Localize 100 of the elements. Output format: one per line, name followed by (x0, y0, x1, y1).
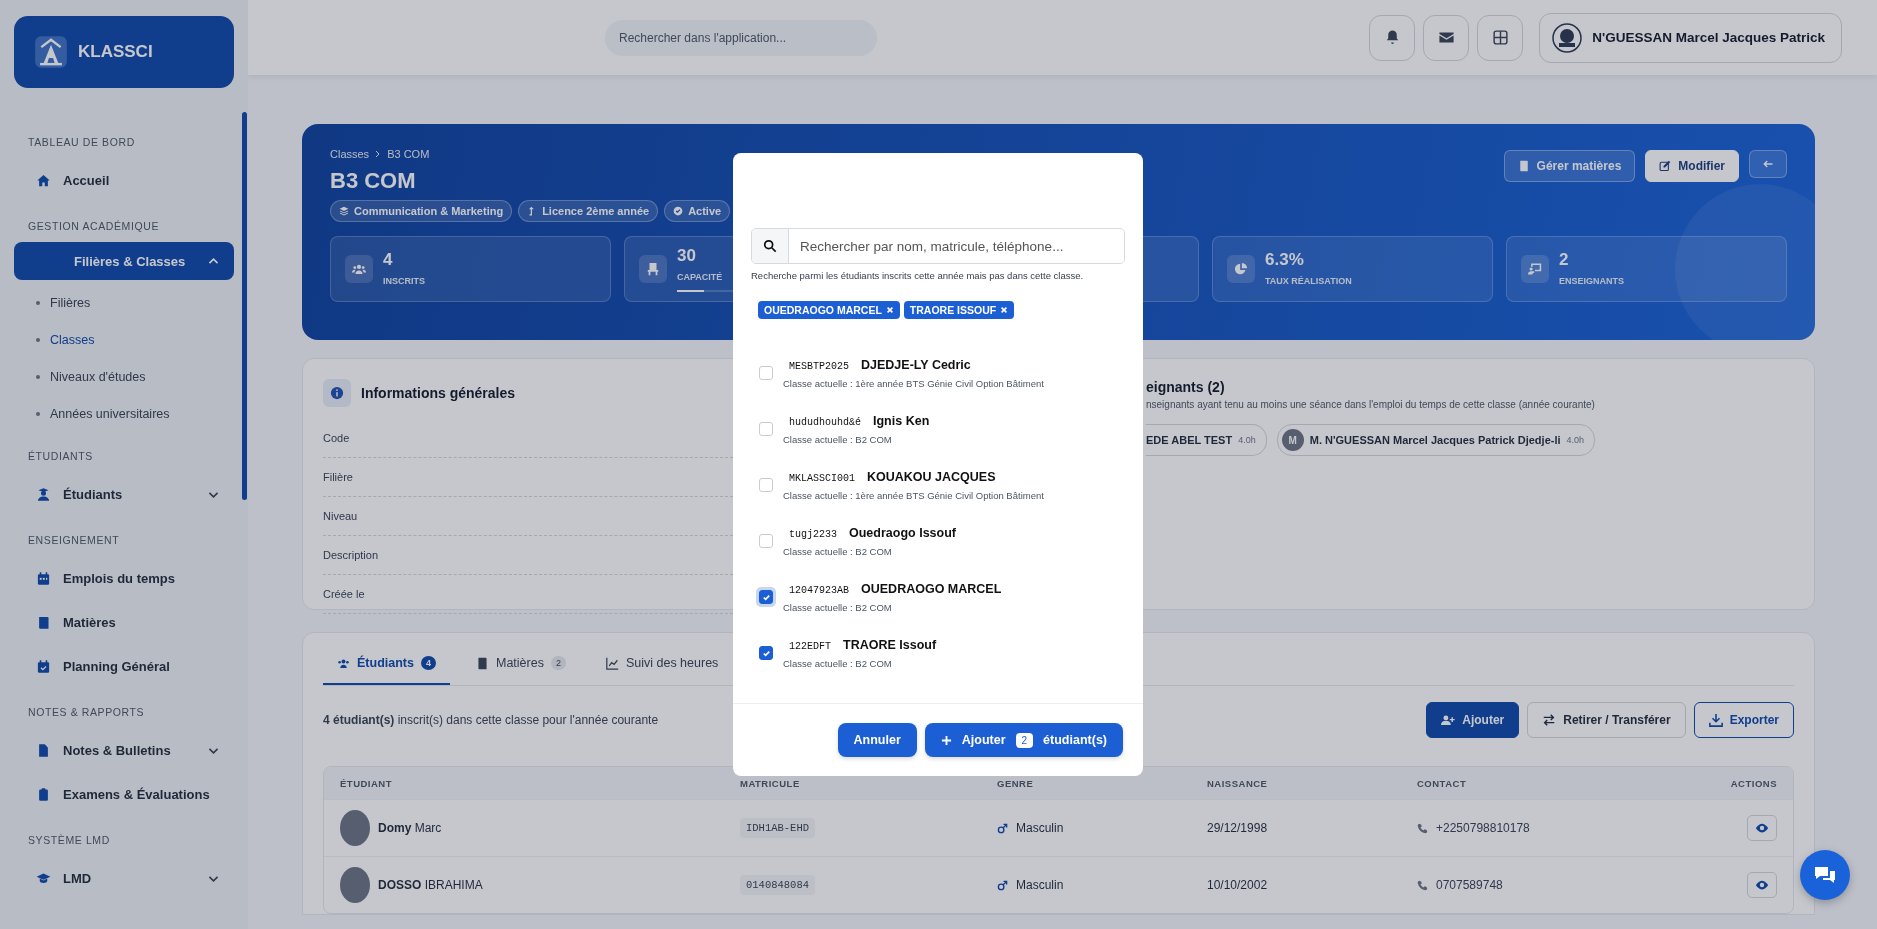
student-matricule: tugj2233 (789, 528, 837, 540)
male-symbol-icon (997, 822, 1008, 834)
nav-subitem[interactable]: Années universitaires (22, 395, 234, 432)
stat-value: 30 (677, 246, 696, 266)
nav-item[interactable]: Examens & Évaluations (22, 772, 234, 816)
user-menu[interactable]: N'GUESSAN Marcel Jacques Patrick (1539, 12, 1842, 63)
current-class: Classe actuelle : B2 COM (783, 601, 893, 613)
info-icon (330, 386, 344, 400)
arrow-left-icon (1762, 158, 1774, 170)
nav-item[interactable]: Matières (22, 600, 234, 644)
stat-label: ENSEIGNANTS (1559, 276, 1624, 286)
nav-item[interactable]: Accueil (22, 158, 234, 202)
field-label: Code (323, 432, 350, 444)
nav-item[interactable]: Filières & Classes (14, 242, 234, 280)
download-icon (1708, 713, 1723, 727)
calendar-icon (36, 570, 51, 586)
breadcrumb-current: B3 COM (387, 148, 430, 160)
book-icon (475, 656, 489, 670)
student-name: Ouedraogo Issouf (849, 525, 956, 540)
transfer-button[interactable]: Retirer / Transférer (1527, 702, 1686, 738)
line-chart-icon (605, 656, 619, 670)
column-header: CONTACT (1417, 777, 1468, 789)
apps-button[interactable] (1477, 14, 1524, 61)
birth-date: 10/10/2002 (1207, 878, 1268, 892)
nav-subitem[interactable]: Filières (22, 284, 234, 321)
add-students-button[interactable]: Ajouter 2 étudiant(s) (924, 723, 1123, 757)
chair-icon (646, 262, 660, 276)
phone-number: 0707589748 (1436, 878, 1503, 892)
view-button[interactable] (1747, 815, 1777, 841)
nav-item[interactable]: Emplois du temps (22, 556, 234, 600)
column-header: NAISSANCE (1207, 777, 1269, 789)
breadcrumb-link[interactable]: Classes (330, 148, 370, 160)
field-label: Créée le (323, 588, 365, 600)
view-button[interactable] (1747, 872, 1777, 898)
book-icon (1517, 160, 1530, 172)
column-header: ACTIONS (1730, 777, 1777, 789)
student-matricule: MKLASSCI001 (789, 472, 855, 484)
current-class: Classe actuelle : 1ère année BTS Génie Civil Option Bâtiment (783, 489, 1044, 501)
grid-icon (1491, 29, 1509, 46)
teacher-name: EDE ABEL TEST (1146, 434, 1233, 446)
tab[interactable]: Suivi des heures (591, 643, 733, 685)
students-summary: 4 étudiant(s) inscrit(s) dans cette classe pour l'année courante (323, 713, 659, 727)
student-name: TRAORE Issouf (843, 637, 937, 652)
messages-button[interactable] (1423, 14, 1470, 61)
house-icon (36, 172, 51, 188)
checkbox[interactable] (759, 646, 773, 660)
clipboard-icon (36, 786, 51, 802)
stat-label: INSCRITS (383, 276, 425, 286)
nav-item[interactable]: Notes & Bulletins (22, 728, 234, 772)
current-class: Classe actuelle : B2 COM (783, 657, 893, 669)
student-search-field[interactable]: Rechercher par nom, matricule, téléphone... (751, 228, 1125, 264)
matricule-badge: 0140848084 (740, 875, 815, 895)
logo-icon (34, 35, 68, 69)
student-name: Domy Marc (378, 821, 442, 835)
eye-icon (1755, 878, 1769, 892)
notifications-button[interactable] (1369, 14, 1416, 61)
edit-button[interactable]: Modifier (1645, 150, 1739, 182)
nav-item[interactable]: Étudiants (22, 472, 234, 516)
edit-icon (1659, 160, 1672, 172)
plus-icon (940, 734, 952, 746)
close-icon[interactable] (1000, 306, 1009, 314)
student-name: DOSSO IBRAHIMA (378, 878, 483, 892)
student-matricule: hududhouhd&é (789, 416, 861, 428)
current-class: Classe actuelle : B2 COM (783, 545, 893, 557)
close-icon[interactable] (885, 306, 894, 314)
add-button[interactable]: Ajouter (1426, 702, 1520, 738)
field-label: Filière (323, 471, 353, 483)
teacher-board-icon (1528, 262, 1542, 276)
search-icon (763, 239, 777, 253)
exchange-icon (1542, 713, 1557, 727)
logo-card[interactable]: KLASSCI (14, 16, 234, 88)
chat-button[interactable] (1800, 850, 1850, 900)
phone-number: +2250798810178 (1436, 821, 1530, 835)
student-name: OUEDRAOGO MARCEL (861, 581, 1002, 596)
selected-student-chip[interactable]: OUEDRAOGO MARCEL (758, 301, 900, 319)
class-title: B3 COM (330, 168, 417, 194)
search-field[interactable]: Rechercher dans l'application... (605, 19, 877, 56)
stat-value: 6.3% (1265, 250, 1304, 270)
nav-subitem[interactable]: Niveaux d'études (22, 358, 234, 395)
birth-date: 29/12/1998 (1207, 821, 1268, 835)
check-circle-icon (673, 206, 684, 216)
student-matricule: MESBTP2025 (789, 360, 849, 372)
student-name: DJEDJE-LY Cedric (861, 357, 971, 372)
nav-item[interactable]: LMD (22, 856, 234, 900)
export-button[interactable]: Exporter (1693, 702, 1794, 738)
student-matricule: 12047923AB (789, 584, 849, 596)
gender-text: Masculin (1016, 821, 1064, 835)
nav-item[interactable]: Planning Général (22, 644, 234, 688)
teacher-hours: 4.0h (1566, 435, 1585, 445)
selected-student-chip[interactable]: TRAORE ISSOUF (903, 301, 1015, 319)
phone-icon (1417, 879, 1428, 891)
tab[interactable]: Matières 2 (461, 643, 580, 685)
pie-chart-icon (1234, 262, 1248, 276)
nav-subitem[interactable]: Classes (22, 321, 234, 358)
cancel-button[interactable]: Annuler (837, 723, 917, 757)
nav-section-title: TABLEAU DE BORD (28, 136, 136, 148)
user-plus-icon (1441, 713, 1456, 727)
tab[interactable]: Étudiants 4 (323, 643, 450, 685)
eye-icon (1755, 821, 1769, 835)
matricule-badge: IDH1AB-EHD (740, 818, 815, 838)
